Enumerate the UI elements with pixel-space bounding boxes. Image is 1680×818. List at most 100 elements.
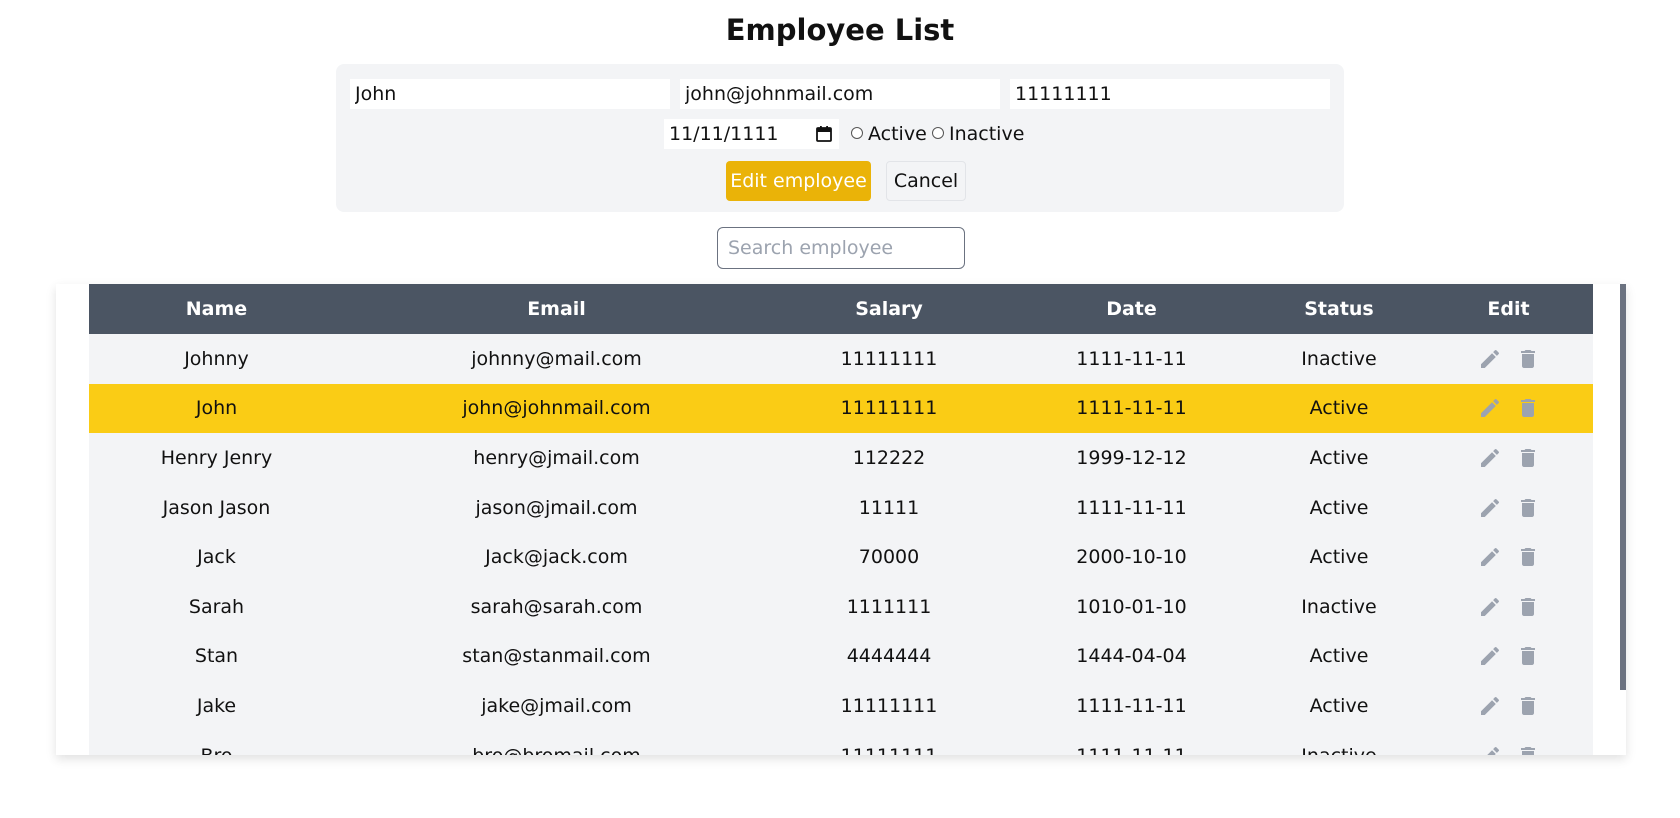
cell-date: 1111-11-11 bbox=[1076, 347, 1187, 370]
column-header-date[interactable]: Date bbox=[1009, 284, 1254, 334]
cell-edit bbox=[1424, 334, 1593, 384]
status-radio-active[interactable] bbox=[851, 127, 863, 139]
table-row[interactable]: Jason Jason jason@jmail.com 11111 1111-11-1… bbox=[89, 482, 1593, 533]
cell-date: 1010-01-10 bbox=[1076, 595, 1187, 618]
table-row[interactable]: Johnny johnny@mail.com 11111111 1111-11-11 I… bbox=[89, 334, 1593, 384]
calendar-icon[interactable] bbox=[815, 125, 833, 143]
cell-salary: 11111111 bbox=[840, 347, 938, 370]
cell-name: Johnny bbox=[184, 347, 249, 370]
employee-table-card: Name Email Salary Date Status Edit Johnn… bbox=[56, 284, 1626, 755]
employee-form: 11/11/1111 Active Inactive Edit employee… bbox=[336, 64, 1344, 212]
cell-salary: 112222 bbox=[852, 446, 926, 469]
status-label-active: Active bbox=[868, 123, 927, 145]
page-title: Employee List bbox=[725, 13, 955, 47]
trash-icon[interactable] bbox=[1516, 545, 1540, 569]
cell-date: 2000-10-10 bbox=[1076, 546, 1187, 569]
cell-status: Inactive bbox=[1301, 595, 1377, 618]
table-scrollbar[interactable] bbox=[1620, 284, 1626, 690]
cell-name: Jack bbox=[197, 546, 236, 569]
column-header-salary[interactable]: Salary bbox=[769, 284, 1009, 334]
cell-status: Active bbox=[1309, 546, 1369, 569]
table-row[interactable]: John john@johnmail.com 11111111 1111-11-11 A… bbox=[89, 383, 1593, 434]
cell-salary: 4444444 bbox=[846, 645, 932, 668]
cell-edit bbox=[1424, 681, 1593, 731]
cell-edit bbox=[1424, 483, 1593, 533]
trash-icon[interactable] bbox=[1516, 396, 1540, 420]
column-header-status[interactable]: Status bbox=[1254, 284, 1424, 334]
cell-date: 1111-11-11 bbox=[1076, 694, 1187, 717]
name-input[interactable] bbox=[350, 79, 670, 109]
table-row[interactable]: Henry Jenry henry@jmail.com 112222 1999-12-… bbox=[89, 433, 1593, 483]
pencil-icon[interactable] bbox=[1478, 496, 1502, 520]
table-row[interactable]: Sarah sarah@sarah.com 1111111 1010-01-10 Ina… bbox=[89, 581, 1593, 632]
trash-icon[interactable] bbox=[1516, 347, 1540, 371]
cell-salary: 11111 bbox=[858, 496, 920, 519]
column-header-name[interactable]: Name bbox=[89, 284, 344, 334]
trash-icon[interactable] bbox=[1516, 744, 1540, 755]
cell-email: sarah@sarah.com bbox=[470, 595, 643, 618]
date-input[interactable]: 11/11/1111 bbox=[664, 119, 839, 149]
cell-status: Active bbox=[1309, 694, 1369, 717]
status-radio-inactive[interactable] bbox=[932, 127, 944, 139]
table-row[interactable]: Stan stan@stanmail.com 4444444 1444-04-04 Ac… bbox=[89, 631, 1593, 682]
cell-edit bbox=[1424, 731, 1593, 755]
trash-icon[interactable] bbox=[1516, 496, 1540, 520]
cell-name: Jason Jason bbox=[162, 496, 271, 519]
trash-icon[interactable] bbox=[1516, 644, 1540, 668]
cell-email: jake@jmail.com bbox=[481, 694, 632, 717]
table-row[interactable]: Jack Jack@jack.com 70000 2000-10-10 Active bbox=[89, 532, 1593, 582]
search-input[interactable] bbox=[717, 227, 965, 269]
cell-name: Henry Jenry bbox=[160, 446, 273, 469]
cell-edit bbox=[1424, 632, 1593, 682]
cell-status: Active bbox=[1309, 496, 1369, 519]
cell-name: Bro bbox=[89, 731, 344, 755]
trash-icon[interactable] bbox=[1516, 446, 1540, 470]
pencil-icon[interactable] bbox=[1478, 595, 1502, 619]
cell-status: Inactive bbox=[1254, 731, 1424, 755]
cell-email: johnny@mail.com bbox=[471, 347, 642, 370]
column-header-edit: Edit bbox=[1487, 298, 1530, 320]
table-header-row: Name Email Salary Date Status Edit bbox=[89, 284, 1593, 334]
cell-email: bro@bromail.com bbox=[344, 731, 769, 755]
table-row[interactable]: Brobro@bromail.com111111111111-11-11Inac… bbox=[89, 730, 1593, 755]
cell-name: Sarah bbox=[188, 595, 245, 618]
email-input[interactable] bbox=[680, 79, 1000, 109]
pencil-icon[interactable] bbox=[1478, 644, 1502, 668]
cell-name: Stan bbox=[194, 645, 239, 668]
cell-date: 1111-11-11 bbox=[1076, 397, 1187, 420]
cell-status: Active bbox=[1309, 645, 1369, 668]
cell-status: Inactive bbox=[1301, 347, 1377, 370]
trash-icon[interactable] bbox=[1516, 694, 1540, 718]
cell-salary: 11111111 bbox=[840, 397, 938, 420]
cell-email: jason@jmail.com bbox=[475, 496, 638, 519]
status-label-inactive: Inactive bbox=[949, 123, 1025, 145]
cell-salary: 11111111 bbox=[840, 694, 938, 717]
cell-edit bbox=[1424, 433, 1593, 483]
cell-email: john@johnmail.com bbox=[462, 397, 651, 420]
cell-date: 1111-11-11 bbox=[1076, 496, 1187, 519]
cell-email: Jack@jack.com bbox=[485, 546, 628, 569]
column-header-email[interactable]: Email bbox=[344, 284, 769, 334]
cell-name: Jake bbox=[196, 694, 237, 717]
pencil-icon[interactable] bbox=[1478, 545, 1502, 569]
form-row-date-status: 11/11/1111 Active Inactive bbox=[336, 119, 1344, 149]
cell-date: 1444-04-04 bbox=[1076, 645, 1187, 668]
cell-edit bbox=[1424, 582, 1593, 632]
pencil-icon[interactable] bbox=[1478, 347, 1502, 371]
date-value: 11/11/1111 bbox=[669, 123, 779, 145]
cell-date: 1999-12-12 bbox=[1076, 446, 1187, 469]
cell-date: 1111-11-11 bbox=[1009, 731, 1254, 755]
edit-employee-button[interactable]: Edit employee bbox=[726, 161, 871, 201]
cell-email: henry@jmail.com bbox=[473, 446, 640, 469]
cell-status: Active bbox=[1309, 446, 1369, 469]
salary-input[interactable] bbox=[1010, 79, 1330, 109]
pencil-icon[interactable] bbox=[1478, 694, 1502, 718]
table-row[interactable]: Jake jake@jmail.com 11111111 1111-11-11 Acti… bbox=[89, 681, 1593, 731]
cell-status: Active bbox=[1309, 397, 1369, 420]
pencil-icon[interactable] bbox=[1478, 446, 1502, 470]
cancel-button[interactable]: Cancel bbox=[886, 161, 966, 201]
trash-icon[interactable] bbox=[1516, 595, 1540, 619]
pencil-icon[interactable] bbox=[1478, 396, 1502, 420]
pencil-icon[interactable] bbox=[1478, 744, 1502, 755]
table-body: Johnny johnny@mail.com 11111111 1111-11-11 I… bbox=[89, 334, 1593, 755]
